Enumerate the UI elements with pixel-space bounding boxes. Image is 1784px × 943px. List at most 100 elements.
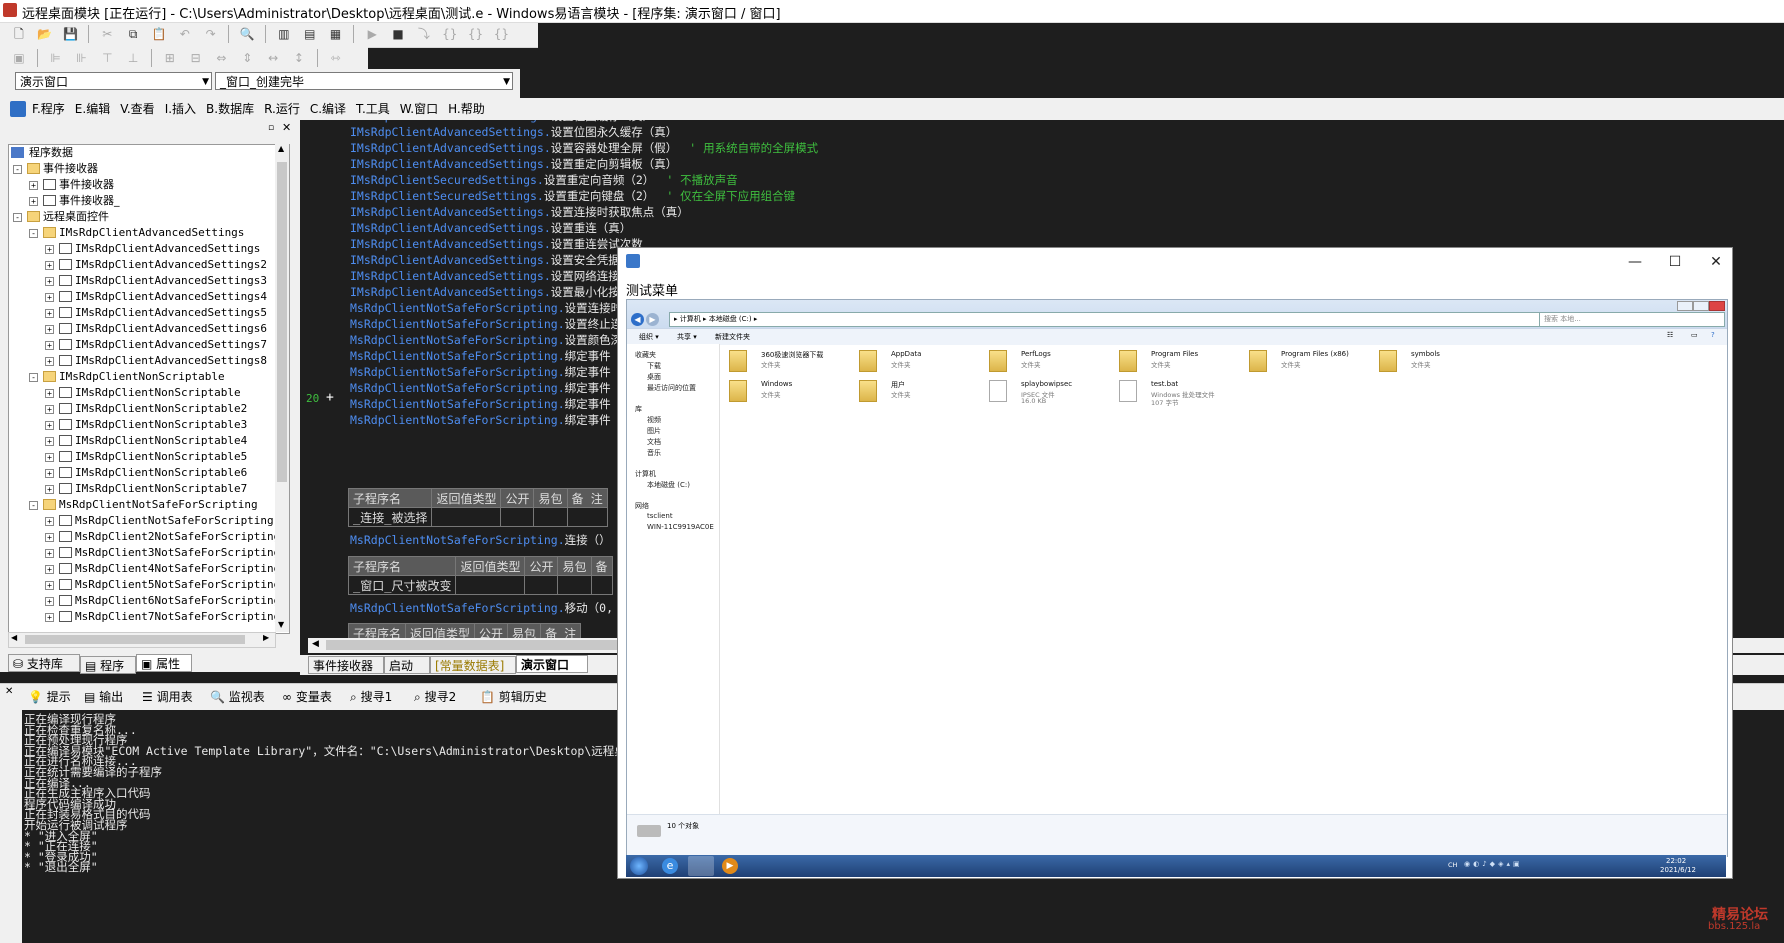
menu-item[interactable]: H.帮助 xyxy=(443,98,490,120)
tab-search1[interactable]: ⌕ 搜寻1 xyxy=(350,687,392,707)
tree-item[interactable]: - 事件接收器 xyxy=(9,161,289,177)
tree-expander-icon[interactable]: + xyxy=(45,581,54,590)
tree-item[interactable]: - IMsRdpClientNonScriptable xyxy=(9,369,289,385)
code-line[interactable]: MsRdpClientNotSafeForScripting.绑定事件（#OnL xyxy=(350,412,650,428)
back-icon[interactable]: ◀ xyxy=(631,313,644,326)
tree-item[interactable]: + 事件接收器 xyxy=(9,177,289,193)
tree-hscrollbar[interactable]: ◀ ▶ xyxy=(8,632,276,648)
win-close-button[interactable] xyxy=(1709,301,1725,311)
close-button[interactable]: ✕ xyxy=(1701,252,1731,272)
tab-properties[interactable]: ▣ 属性 xyxy=(136,654,192,672)
tree-item[interactable]: + IMsRdpClientNonScriptable4 xyxy=(9,433,289,449)
scroll-up-icon[interactable]: ▲ xyxy=(278,144,284,153)
sidebar-nav-item[interactable]: 网络 xyxy=(635,501,649,511)
sidebar-nav-item[interactable]: 本地磁盘 (C:) xyxy=(647,480,690,490)
code-line[interactable]: IMsRdpClientAdvancedSettings.设置网络连接类型 xyxy=(350,268,643,284)
tray-language[interactable]: CH xyxy=(1448,861,1457,869)
layout-2-icon[interactable]: ▤ xyxy=(300,24,320,44)
new-file-icon[interactable]: 🗋 xyxy=(9,24,29,44)
align-icon[interactable]: ▣ xyxy=(9,48,29,68)
space-v-icon[interactable]: ↕ xyxy=(289,48,309,68)
code-line[interactable]: MsRdpClientNotSafeForScripting.设置颜色深度 xyxy=(350,332,634,348)
table-row[interactable]: _连接_被选择 xyxy=(347,507,608,527)
tree-item[interactable]: + IMsRdpClientAdvancedSettings4 xyxy=(9,289,289,305)
tree-expander-icon[interactable]: + xyxy=(45,469,54,478)
tree-expander-icon[interactable]: + xyxy=(45,613,54,622)
tree-item[interactable]: + IMsRdpClientAdvancedSettings6 xyxy=(9,321,289,337)
tree-item[interactable]: + IMsRdpClientNonScriptable2 xyxy=(9,401,289,417)
tab-startup[interactable]: 启动 xyxy=(384,656,430,674)
scroll-thumb-h[interactable] xyxy=(326,640,626,650)
code-line[interactable]: IMsRdpClientAdvancedSettings.设置位图永久缓存（真） xyxy=(350,124,677,140)
pin-icon[interactable]: ▫ xyxy=(268,123,274,133)
tree-expander-icon[interactable]: + xyxy=(45,261,54,270)
tab-call-stack[interactable]: ☰ 调用表 xyxy=(142,687,193,707)
share-button[interactable]: 共享 ▾ xyxy=(677,332,697,342)
tree-item[interactable]: + MsRdpClient7NotSafeForScripting xyxy=(9,609,289,625)
tree-scrollbar[interactable]: ▲ ▼ xyxy=(275,144,289,632)
ie-icon[interactable]: e xyxy=(662,858,678,874)
file-item[interactable]: splaybowipsec IPSEC 文件 16.0 KB xyxy=(989,378,1134,406)
tab-variables[interactable]: ∞ 变量表 xyxy=(282,687,332,707)
layout-1-icon[interactable]: ▥ xyxy=(274,24,294,44)
same-width-icon[interactable]: ⇔ xyxy=(211,48,231,68)
code-line[interactable]: IMsRdpClientAdvancedSettings.设置安全凭据（真 xyxy=(350,252,643,268)
tree-expander-icon[interactable]: + xyxy=(45,549,54,558)
tree-expander-icon[interactable]: + xyxy=(45,421,54,430)
tree-expander-icon[interactable]: + xyxy=(45,277,54,286)
explorer-task-button[interactable] xyxy=(688,856,714,876)
step-out-icon[interactable]: {} xyxy=(491,24,511,44)
code-line[interactable]: MsRdpClientNotSafeForScripting.绑定事件（#OnL xyxy=(350,348,650,364)
align-top-icon[interactable]: ⊤ xyxy=(97,48,117,68)
tree-item[interactable]: + IMsRdpClientAdvancedSettings xyxy=(9,241,289,257)
search-box[interactable]: 搜索 本地... xyxy=(1539,312,1725,327)
tree-item[interactable]: + IMsRdpClientAdvancedSettings3 xyxy=(9,273,289,289)
tree-expander-icon[interactable]: - xyxy=(13,165,22,174)
tree-expander-icon[interactable]: - xyxy=(29,501,38,510)
file-item[interactable]: PerfLogs 文件夹 xyxy=(989,348,1134,376)
code-line[interactable]: MsRdpClientNotSafeForScripting.设置终止连接文 xyxy=(350,316,645,332)
tree-item[interactable]: + IMsRdpClientNonScriptable7 xyxy=(9,481,289,497)
file-item[interactable]: AppData 文件夹 xyxy=(859,348,1004,376)
menu-item[interactable]: T.工具 xyxy=(351,98,395,120)
tree-item[interactable]: + IMsRdpClientNonScriptable6 xyxy=(9,465,289,481)
scroll-left-icon[interactable]: ◀ xyxy=(312,639,319,649)
tab-watch[interactable]: 🔍 监视表 xyxy=(210,687,265,707)
center-h-icon[interactable]: ⊞ xyxy=(160,48,180,68)
organize-button[interactable]: 组织 ▾ xyxy=(639,332,659,342)
sidebar-nav-item[interactable]: WIN-11C9919AC0E xyxy=(647,523,714,531)
code-line[interactable]: MsRdpClientNotSafeForScripting.绑定事件（#OnL xyxy=(350,380,650,396)
save-icon[interactable]: 💾 xyxy=(61,24,81,44)
sidebar-nav-item[interactable]: 计算机 xyxy=(635,469,656,479)
sidebar-nav-item[interactable]: 最近访问的位置 xyxy=(647,383,696,393)
preview-icon[interactable]: ▭ xyxy=(1691,331,1698,339)
tree-expander-icon[interactable]: + xyxy=(45,309,54,318)
address-bar[interactable]: ▸ 计算机 ▸ 本地磁盘 (C:) ▸ xyxy=(669,312,1541,327)
align-right-icon[interactable]: ⊪ xyxy=(71,48,91,68)
forward-icon[interactable]: ▶ xyxy=(646,313,659,326)
tree-expander-icon[interactable]: + xyxy=(45,325,54,334)
view-icon[interactable]: ☷ xyxy=(1667,331,1673,339)
tree-expander-icon[interactable]: + xyxy=(45,453,54,462)
tree-expander-icon[interactable]: + xyxy=(45,389,54,398)
sidebar-nav-item[interactable]: 图片 xyxy=(647,426,661,436)
code-line[interactable]: MsRdpClientNotSafeForScripting.绑定事件（#OnL xyxy=(350,364,650,380)
size-icon[interactable]: ⇿ xyxy=(326,48,346,68)
file-item[interactable]: 用户 文件夹 xyxy=(859,378,1004,406)
tree-expander-icon[interactable]: + xyxy=(29,197,38,206)
file-item[interactable]: Windows 文件夹 xyxy=(729,378,874,406)
tree-expander-icon[interactable]: + xyxy=(29,181,38,190)
same-height-icon[interactable]: ⇕ xyxy=(237,48,257,68)
code-line[interactable]: MsRdpClientNotSafeForScripting.设置连接时文本 xyxy=(350,300,645,316)
win-min-button[interactable] xyxy=(1677,301,1693,311)
code-line[interactable]: IMsRdpClientAdvancedSettings.设置连接时获取焦点（真… xyxy=(350,204,689,220)
paste-icon[interactable]: 📋 xyxy=(149,24,169,44)
step-icon[interactable]: ⤵ xyxy=(414,24,434,44)
undo-icon[interactable]: ↶ xyxy=(175,24,195,44)
tree-expander-icon[interactable]: + xyxy=(45,437,54,446)
code-line[interactable]: IMsRdpClientSecuredSettings.设置重定向音频（2） ' … xyxy=(350,172,738,188)
start-button[interactable] xyxy=(630,857,648,875)
sidebar-nav-item[interactable]: 桌面 xyxy=(647,372,661,382)
menu-item[interactable]: W.窗口 xyxy=(395,98,443,120)
new-folder-button[interactable]: 新建文件夹 xyxy=(715,332,750,342)
